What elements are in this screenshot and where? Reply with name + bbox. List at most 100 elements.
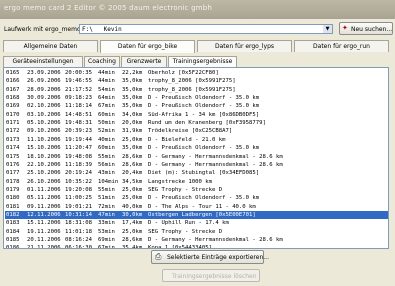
row-time: 19:46:55 <box>65 78 92 85</box>
row-time: 11:01:18 <box>65 228 92 235</box>
row-route: trophy_8_2006 [0x5991F275] <box>148 78 236 85</box>
row-duration: 64min <box>98 95 115 102</box>
row-duration: 53min <box>98 228 115 235</box>
row-number: 0186 <box>6 245 20 249</box>
row-distance: 40,0km <box>122 203 143 210</box>
row-distance: 28,6km <box>122 237 143 243</box>
table-row[interactable]: 0176 22.10.2006 11:18:39 56min 28,6km D - Ger… <box>5 161 388 169</box>
row-duration: 60min <box>98 111 115 118</box>
tab-grenzwerte[interactable]: Grenzwerte <box>121 56 167 67</box>
row-distance: 28,6km <box>122 161 143 168</box>
export-button[interactable]: ⎙ Selektierte Einträge exportieren... <box>151 250 269 264</box>
export-icon: ⎙ <box>155 252 162 261</box>
row-distance: 35,0km <box>122 95 143 102</box>
drive-bar: Laufwerk mit ergo_memo-card 2: F:\ Kevin… <box>0 22 395 36</box>
drive-select[interactable]: F:\ Kevin ▼ <box>79 24 333 34</box>
row-date: 20.11.2006 <box>27 237 61 243</box>
row-distance: 20,4km <box>122 170 143 177</box>
row-duration: 40min <box>98 136 115 143</box>
table-row[interactable]: 0177 25.10.2006 20:19:24 43min 20,4km Diet (m… <box>5 169 388 177</box>
row-time: 20:00:35 <box>65 70 92 76</box>
row-number: 0175 <box>6 153 20 160</box>
row-route: Süd-Afrika 1 - 34 km [0x86DB0DF5] <box>148 111 260 118</box>
training-results-list[interactable]: 0165 23.09.2006 20:00:35 44min 22,2km Oberhol… <box>3 67 389 249</box>
row-duration: 67min <box>98 245 115 249</box>
delete-results-button[interactable]: Trainingsergebnisse löschen <box>162 269 260 282</box>
row-route: Kona 1 [0x54433405] <box>148 245 212 249</box>
row-distance: 34,0km <box>122 111 143 118</box>
table-row[interactable]: 0172 09.10.2006 20:39:23 52min 31,9km Trödelk… <box>5 127 388 135</box>
window-title: ergo memo card 2 Editor © 2005 daum elec… <box>4 4 213 12</box>
row-route: D - Preußisch Oldendorf - 35.0 km <box>148 145 260 152</box>
row-route: Ostbergen Ladbergen [0x5E00E701] <box>148 211 256 218</box>
search-button[interactable]: ✦ Neu suchen... <box>339 22 393 35</box>
row-distance: 25,0km <box>122 136 143 143</box>
row-number: 0166 <box>6 78 20 85</box>
export-button-label: Selektierte Einträge exportieren... <box>167 254 269 261</box>
row-number: 0172 <box>6 128 20 135</box>
table-row[interactable]: 0166 26.09.2006 19:46:55 44min 35,0km trophy_… <box>5 77 388 85</box>
row-date: 30.09.2006 <box>27 95 61 102</box>
table-row[interactable]: 0170 03.10.2006 14:48:51 60min 34,0km Süd-Afr… <box>5 111 388 119</box>
table-row[interactable]: 0169 02.10.2006 11:18:14 67min 35,0km D - Pre… <box>5 102 388 110</box>
title-bar: ergo memo card 2 Editor © 2005 daum elec… <box>0 0 395 19</box>
delete-results-button-label: Trainingsergebnisse löschen <box>172 273 257 280</box>
table-row[interactable]: 0180 05.11.2006 11:00:25 51min 25,0km D - Pre… <box>5 194 388 202</box>
table-row[interactable]: 0181 09.11.2006 19:01:21 72min 40,0km D - The… <box>5 203 388 211</box>
table-row[interactable]: 0185 20.11.2006 08:16:24 69min 28,6km D - Ger… <box>5 236 388 244</box>
row-distance: 34,5km <box>122 178 143 185</box>
row-duration: 44min <box>98 70 115 76</box>
table-row[interactable]: 0182 12.11.2006 10:31:14 47min 30,0km Ostberg… <box>5 210 388 220</box>
table-row[interactable]: 0174 15.10.2006 11:20:47 60min 35,0km D - Pre… <box>5 144 388 152</box>
table-row[interactable]: 0168 30.09.2006 09:18:23 64min 35,0km D - Pre… <box>5 94 388 102</box>
row-date: 09.11.2006 <box>27 203 61 210</box>
row-date: 26.09.2006 <box>27 78 61 85</box>
row-number: 0174 <box>6 145 20 152</box>
row-route: Rund um den Kranenberg [0xF3958779] <box>148 120 266 127</box>
tab-coaching[interactable]: Coaching <box>84 56 120 67</box>
row-time: 14:48:51 <box>65 111 92 118</box>
row-distance: 31,9km <box>122 128 143 135</box>
row-duration: 104min <box>98 178 119 185</box>
search-button-label: Neu suchen... <box>351 26 393 33</box>
row-number: 0178 <box>6 178 20 185</box>
tab-allgemeine-daten[interactable]: Allgemeine Daten <box>3 40 98 52</box>
table-row[interactable]: 0186 21.11.2006 06:16:30 67min 35,4km Kona 1 … <box>5 244 388 249</box>
row-duration: 67min <box>98 103 115 110</box>
tab-ergo-bike[interactable]: Daten für ergo_bike <box>100 40 195 53</box>
table-row[interactable]: 0171 05.10.2006 19:48:31 50min 20,0km Rund um… <box>5 119 388 127</box>
table-row[interactable]: 0175 18.10.2006 19:48:08 55min 28,6km D - Ger… <box>5 153 388 161</box>
row-route: D - Preußisch Oldendorf - 35.0 km <box>148 195 260 202</box>
table-row[interactable]: 0173 11.10.2006 19:19:44 40min 25,0km D - Bie… <box>5 136 388 144</box>
table-row[interactable]: 0179 01.11.2006 19:20:08 55min 25,0km SEG Tro… <box>5 186 388 194</box>
table-row[interactable]: 0167 28.09.2006 21:17:52 54min 35,0km trophy_… <box>5 86 388 94</box>
row-number: 0184 <box>6 228 20 235</box>
tab-ergo-run[interactable]: Daten für ergo_run <box>294 40 389 52</box>
table-row[interactable]: 0165 23.09.2006 20:00:35 44min 22,2km Oberhol… <box>5 69 388 77</box>
row-duration: 56min <box>98 161 115 168</box>
table-row[interactable]: 0178 26.10.2006 10:35:22 104min 34,5km Langst… <box>5 178 388 186</box>
row-duration: 50min <box>98 120 115 127</box>
row-duration: 52min <box>98 128 115 135</box>
row-time: 11:20:47 <box>65 145 92 152</box>
row-time: 20:39:23 <box>65 128 92 135</box>
row-duration: 60min <box>98 145 115 152</box>
main-tabs: Allgemeine Daten Daten für ergo_bike Dat… <box>0 40 395 53</box>
row-number: 0182 <box>6 211 20 218</box>
row-distance: 20,0km <box>122 120 143 127</box>
table-row[interactable]: 0184 19.11.2006 11:01:18 53min 25,0km SEG Tro… <box>5 228 388 236</box>
chevron-down-icon[interactable]: ▼ <box>323 25 332 33</box>
row-time: 19:19:44 <box>65 136 92 143</box>
row-date: 01.11.2006 <box>27 186 61 193</box>
row-route: D - Uphill Run - 17.4 km <box>148 220 229 227</box>
row-number: 0170 <box>6 111 20 118</box>
tab-trainingsergebnisse[interactable]: Trainingsergebnisse <box>168 56 237 67</box>
tab-geraeteeinstellungen[interactable]: Geräteeinstellungen <box>3 56 83 67</box>
table-row[interactable]: 0183 15.11.2006 18:31:08 33min 17,4km D - Uph… <box>5 219 388 227</box>
row-date: 05.11.2006 <box>27 195 61 202</box>
row-date: 21.11.2006 <box>27 245 61 249</box>
row-time: 11:18:39 <box>65 161 92 168</box>
tab-ergo-lyps[interactable]: Daten für ergo_lyps <box>197 40 292 52</box>
row-distance: 28,6km <box>122 153 143 160</box>
row-distance: 25,0km <box>122 195 143 202</box>
